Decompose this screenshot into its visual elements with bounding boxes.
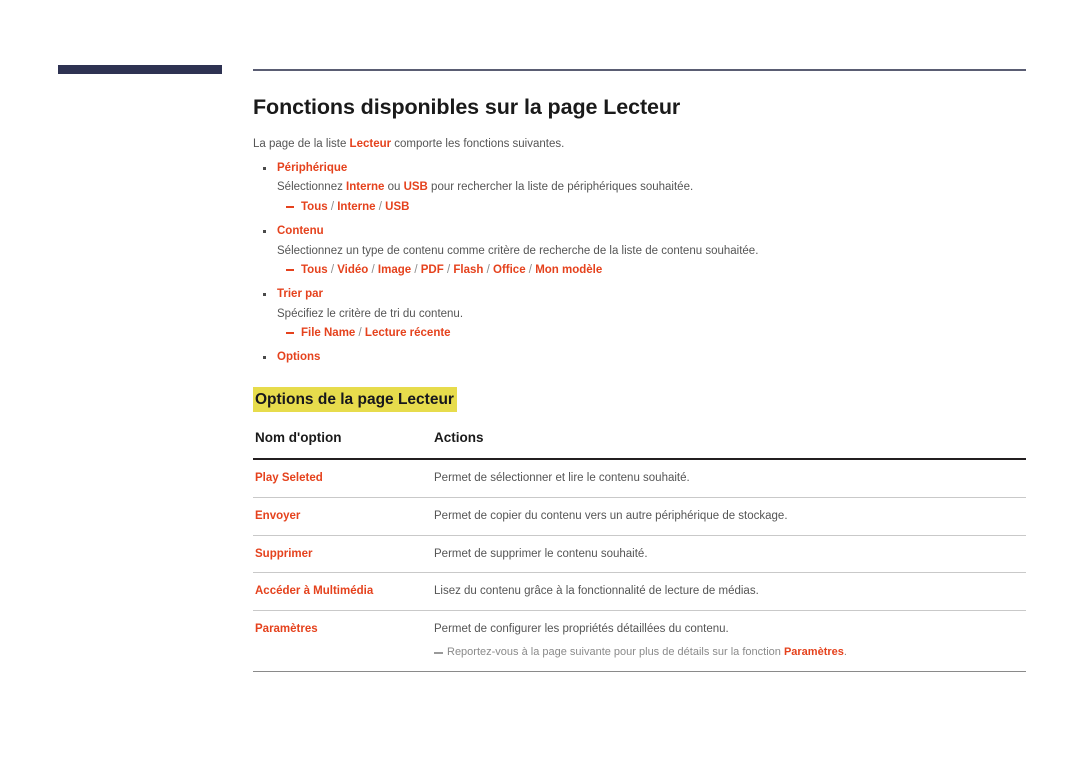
table-row: Envoyer Permet de copier du contenu vers…	[253, 497, 1026, 536]
bullet-text: Options	[277, 351, 321, 364]
list-item-peripherique: Périphérique Sélectionnez Interne ou USB…	[253, 162, 1026, 216]
bullet-description-contenu: Sélectionnez un type de contenu comme cr…	[277, 244, 759, 257]
sub-item-option: Flash	[453, 264, 484, 277]
sub-item-text: Tous / Vidéo / Image / PDF / Flash / Off…	[301, 264, 602, 276]
section-heading-container: Options de la page Lecteur	[253, 386, 1026, 413]
page-title: Fonctions disponibles sur la page Lecteu…	[253, 95, 681, 119]
sub-item-option: Interne	[337, 201, 376, 214]
option-name-play-seleted: Play Seleted	[253, 459, 432, 498]
options-table: Nom d'option Actions Play Seleted Permet…	[253, 430, 1026, 672]
table-body: Play Seleted Permet de sélectionner et l…	[253, 459, 1026, 672]
intro-text-after: comporte les fonctions suivantes.	[391, 138, 565, 150]
header-navy-bar	[58, 65, 222, 74]
intro-paragraph: La page de la liste Lecteur comporte les…	[253, 136, 1026, 153]
main-content: Fonctions disponibles sur la page Lecteu…	[253, 95, 1026, 672]
sub-item-separator: /	[411, 264, 421, 277]
sub-item-option: Tous	[301, 264, 328, 277]
intro-highlight-lecteur: Lecteur	[349, 138, 392, 150]
sub-item-separator: /	[327, 201, 338, 214]
option-action-text: Permet de configurer les propriétés déta…	[434, 622, 729, 635]
sub-item-option: PDF	[420, 264, 444, 277]
table-row: Supprimer Permet de supprimer le contenu…	[253, 535, 1026, 574]
table-row: Accéder à Multimédia Lisez du contenu gr…	[253, 572, 1026, 611]
bullet-dot-icon	[263, 292, 266, 296]
sub-item-option: File Name	[301, 327, 356, 340]
list-item-trier-par: Trier par Spécifiez le critère de tri du…	[253, 288, 1026, 342]
option-name-acceder-a-multimedia: Accéder à Multimédia	[253, 572, 432, 611]
bullet-text: Trier par	[277, 287, 324, 300]
desc-text-after: pour rechercher la liste de périphérique…	[427, 181, 694, 194]
sub-item-separator: /	[483, 264, 493, 277]
column-header-actions: Actions	[432, 430, 1026, 461]
sub-item-option: Vidéo	[337, 264, 369, 277]
sub-item-separator: /	[327, 264, 338, 277]
option-action-play-seleted: Permet de sélectionner et lire le conten…	[432, 459, 1026, 498]
option-name-envoyer: Envoyer	[253, 497, 432, 536]
feature-bullet-list: Périphérique Sélectionnez Interne ou USB…	[253, 162, 1026, 365]
sub-item-option: Tous	[301, 201, 328, 214]
option-note-parametres: Reportez-vous à la page suivante pour pl…	[434, 645, 1026, 661]
column-header-nom-option: Nom d'option	[253, 430, 432, 461]
header-horizontal-rule	[253, 69, 1026, 71]
sub-item-separator: /	[355, 327, 365, 340]
note-dash-icon	[434, 651, 443, 654]
bullet-label-options: Options	[253, 351, 1026, 365]
bullet-label-contenu: Contenu	[253, 225, 1026, 239]
sub-dash-icon	[286, 206, 294, 209]
sub-dash-icon	[286, 269, 294, 272]
list-item-contenu: Contenu Sélectionnez un type de contenu …	[253, 225, 1026, 279]
sub-item-text: File Name / Lecture récente	[301, 327, 451, 339]
sub-item-contenu-options: Tous / Vidéo / Image / PDF / Flash / Off…	[253, 262, 1026, 279]
sub-item-separator: /	[525, 264, 536, 277]
note-text-after: .	[843, 645, 847, 658]
table-header-row: Nom d'option Actions	[253, 430, 1026, 461]
desc-text-before: Sélectionnez	[277, 181, 347, 194]
table-row: Play Seleted Permet de sélectionner et l…	[253, 459, 1026, 498]
bullet-dot-icon	[263, 356, 266, 360]
sub-item-text: Tous / Interne / USB	[301, 201, 409, 213]
table-header: Nom d'option Actions	[253, 430, 1026, 461]
sub-item-option: Lecture récente	[364, 327, 451, 340]
option-action-envoyer: Permet de copier du contenu vers un autr…	[432, 497, 1026, 536]
bullet-text: Contenu	[277, 224, 324, 237]
bullet-label-peripherique: Périphérique	[253, 162, 1026, 176]
sub-item-trier-par-options: File Name / Lecture récente	[253, 325, 1026, 342]
desc-text-mid: ou	[384, 181, 404, 194]
option-action-acceder-a-multimedia: Lisez du contenu grâce à la fonctionnali…	[432, 572, 1026, 611]
sub-item-option: Image	[377, 264, 412, 277]
intro-text-before: La page de la liste	[253, 138, 350, 150]
option-action-parametres: Permet de configurer les propriétés déta…	[432, 610, 1026, 672]
bullet-description-trier-par: Spécifiez le critère de tri du contenu.	[277, 307, 464, 320]
table-row: Paramètres Permet de configurer les prop…	[253, 610, 1026, 672]
list-item-options: Options	[253, 351, 1026, 365]
note-text-before: Reportez-vous à la page suivante pour pl…	[447, 645, 784, 658]
bullet-text: Périphérique	[277, 161, 348, 174]
page-header-decoration	[0, 0, 1080, 78]
sub-item-peripherique-options: Tous / Interne / USB	[253, 199, 1026, 216]
sub-dash-icon	[286, 332, 294, 335]
sub-item-separator: /	[375, 201, 386, 214]
sub-item-separator: /	[368, 264, 378, 277]
section-heading-options-page-lecteur: Options de la page Lecteur	[253, 386, 457, 413]
sub-item-option: USB	[385, 201, 410, 214]
sub-item-option: Office	[493, 264, 526, 277]
option-name-parametres: Paramètres	[253, 610, 432, 672]
note-highlight-parametres: Paramètres	[783, 645, 844, 658]
desc-highlight-usb: USB	[403, 181, 428, 194]
bullet-label-trier-par: Trier par	[253, 288, 1026, 302]
bullet-dot-icon	[263, 229, 266, 233]
sub-item-option: Mon modèle	[535, 264, 603, 277]
desc-highlight-interne: Interne	[346, 181, 385, 194]
sub-item-separator: /	[443, 264, 454, 277]
option-name-supprimer: Supprimer	[253, 535, 432, 574]
option-action-supprimer: Permet de supprimer le contenu souhaité.	[432, 535, 1026, 574]
bullet-description-peripherique: Sélectionnez Interne ou USB pour recherc…	[253, 179, 1026, 196]
bullet-dot-icon	[263, 166, 266, 170]
